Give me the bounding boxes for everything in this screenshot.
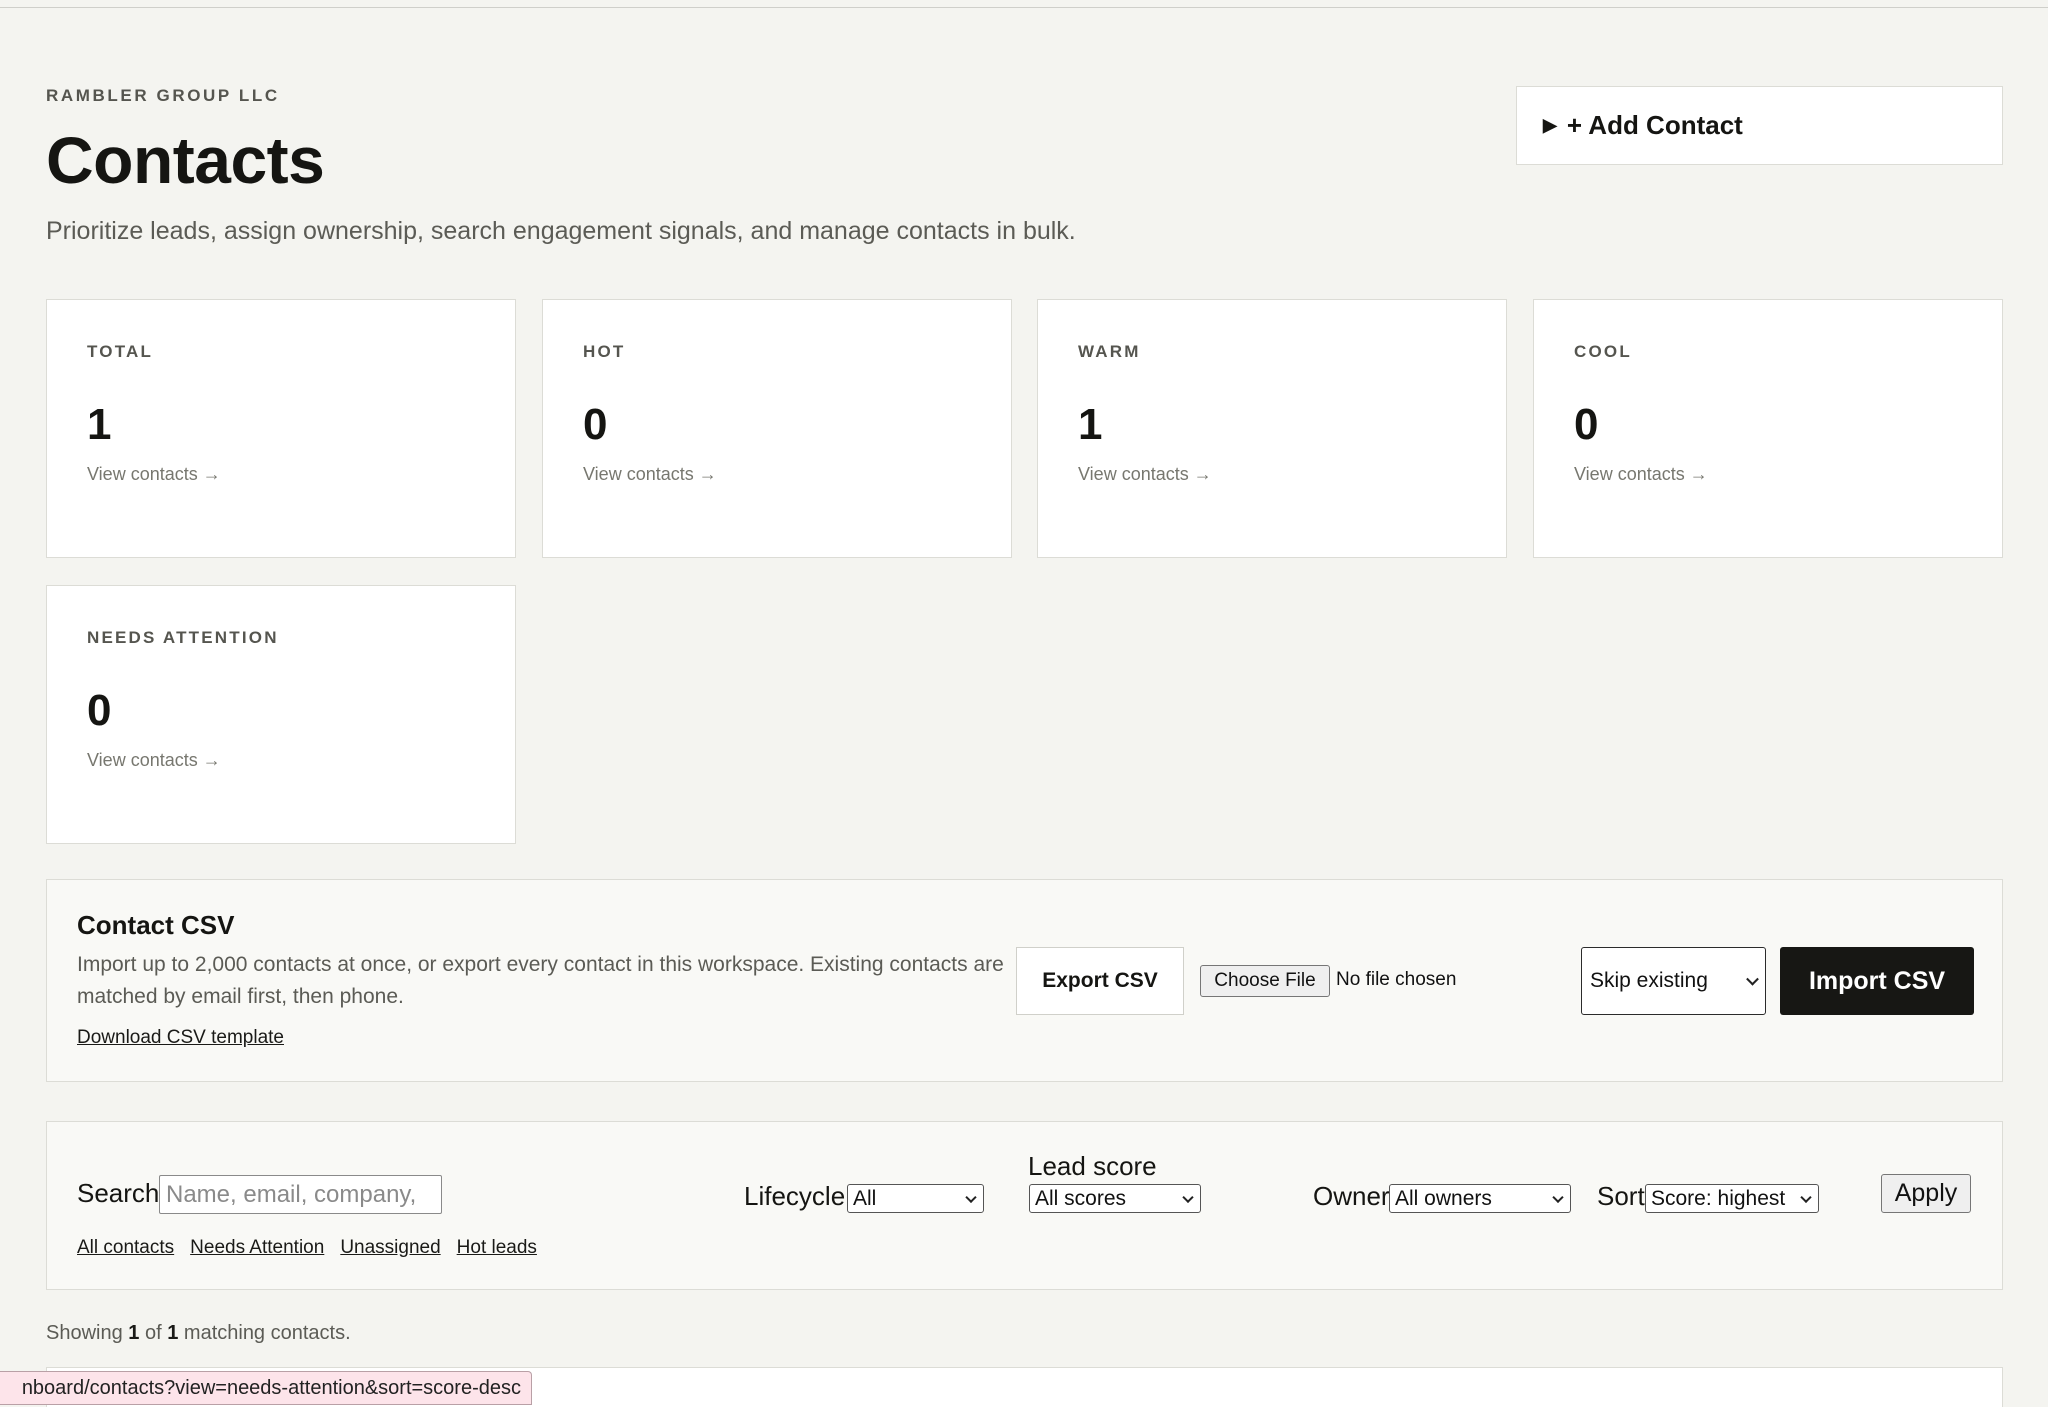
view-contacts-link[interactable]: View contacts →: [87, 464, 221, 485]
stat-count: 1: [87, 400, 112, 449]
contacts-page: RAMBLER GROUP LLC Contacts Prioritize le…: [46, 0, 2003, 1407]
chevron-down-icon: [965, 1191, 977, 1203]
disclosure-triangle-icon: ▶: [1543, 115, 1557, 135]
duplicate-mode-value: Skip existing: [1590, 969, 1708, 992]
view-contacts-link[interactable]: View contacts →: [583, 464, 717, 485]
sort-label: Sort: [1597, 1181, 1645, 1211]
quick-link-all-contacts[interactable]: All contacts: [77, 1237, 174, 1259]
file-status-text: No file chosen: [1336, 969, 1457, 990]
lead-score-label: Lead score: [1028, 1151, 1157, 1181]
workspace-name: RAMBLER GROUP LLC: [46, 86, 280, 105]
chevron-down-icon: [1800, 1191, 1812, 1203]
stat-count: 0: [87, 686, 112, 735]
duplicate-mode-select[interactable]: Skip existing: [1581, 947, 1766, 1015]
lifecycle-value: All: [853, 1187, 877, 1210]
stat-label: WARM: [1078, 342, 1141, 361]
download-csv-template-link[interactable]: Download CSV template: [77, 1027, 284, 1049]
stat-card-warm: WARM 1 View contacts →: [1037, 299, 1507, 558]
view-contacts-link[interactable]: View contacts →: [1078, 464, 1212, 485]
sort-select[interactable]: Score: highest: [1645, 1184, 1819, 1213]
owner-label: Owner: [1313, 1181, 1390, 1211]
chevron-down-icon: [1182, 1191, 1194, 1203]
lead-score-value: All scores: [1035, 1187, 1127, 1210]
lifecycle-select[interactable]: All: [847, 1184, 984, 1213]
stat-card-cool: COOL 0 View contacts →: [1533, 299, 2003, 558]
choose-file-button[interactable]: Choose File: [1200, 965, 1330, 997]
apply-filters-button[interactable]: Apply: [1881, 1174, 1971, 1213]
stat-card-needs-attention: NEEDS ATTENTION 0 View contacts →: [46, 585, 516, 844]
results-suffix: matching contacts.: [183, 1322, 351, 1344]
quick-link-unassigned[interactable]: Unassigned: [340, 1237, 440, 1259]
stat-count: 1: [1078, 400, 1103, 449]
page-title: Contacts: [46, 123, 325, 197]
search-input[interactable]: Name, email, company,: [159, 1175, 442, 1214]
owner-select[interactable]: All owners: [1389, 1184, 1571, 1213]
stat-label: HOT: [583, 342, 626, 361]
results-shown: 1: [128, 1322, 140, 1344]
lead-score-select[interactable]: All scores: [1029, 1184, 1201, 1213]
import-csv-button[interactable]: Import CSV: [1780, 947, 1974, 1015]
stat-card-hot: HOT 0 View contacts →: [542, 299, 1012, 558]
stat-label: COOL: [1574, 342, 1632, 361]
results-prefix: Showing: [46, 1322, 123, 1344]
filter-panel: Search Name, email, company, Lifecycle A…: [46, 1121, 2003, 1290]
sort-value: Score: highest: [1651, 1187, 1786, 1210]
view-contacts-link[interactable]: View contacts →: [87, 750, 221, 771]
add-contact-toggle[interactable]: ▶ + Add Contact: [1516, 86, 2003, 165]
csv-panel-title: Contact CSV: [77, 910, 235, 940]
stat-count: 0: [1574, 400, 1599, 449]
quick-filter-links: All contacts Needs Attention Unassigned …: [77, 1237, 537, 1259]
page-subtitle: Prioritize leads, assign ownership, sear…: [46, 217, 1076, 245]
lifecycle-label: Lifecycle: [744, 1181, 846, 1211]
stat-card-total: TOTAL 1 View contacts →: [46, 299, 516, 558]
results-of: of: [144, 1322, 162, 1344]
chevron-down-icon: [1552, 1191, 1564, 1203]
quick-link-hot-leads[interactable]: Hot leads: [457, 1237, 537, 1259]
contact-csv-panel: Contact CSV Import up to 2,000 contacts …: [46, 879, 2003, 1082]
export-csv-button[interactable]: Export CSV: [1016, 947, 1184, 1015]
csv-panel-description: Import up to 2,000 contacts at once, or …: [77, 953, 1004, 1008]
chevron-down-icon: [1746, 972, 1759, 986]
quick-link-needs-attention[interactable]: Needs Attention: [190, 1237, 324, 1259]
results-total: 1: [167, 1322, 179, 1344]
view-contacts-link[interactable]: View contacts →: [1574, 464, 1708, 485]
owner-value: All owners: [1395, 1187, 1492, 1210]
link-preview-url: nboard/contacts?view=needs-attention&sor…: [0, 1371, 532, 1405]
results-count: Showing 1 of 1 matching contacts.: [46, 1322, 351, 1345]
stat-count: 0: [583, 400, 608, 449]
add-contact-label: + Add Contact: [1566, 110, 1743, 140]
stat-label: NEEDS ATTENTION: [87, 628, 279, 647]
stat-label: TOTAL: [87, 342, 154, 361]
search-label: Search: [77, 1178, 160, 1208]
